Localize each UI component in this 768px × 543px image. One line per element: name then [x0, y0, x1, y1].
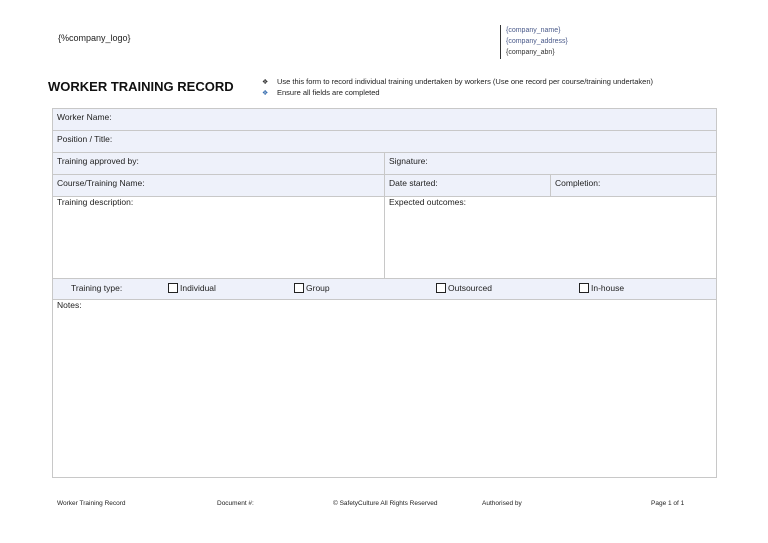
company-info: {company_name} {company_address} {compan…	[500, 25, 568, 59]
course-name-label: Course/Training Name:	[57, 178, 145, 188]
position-field[interactable]: Position / Title:	[52, 130, 717, 153]
worker-name-field[interactable]: Worker Name:	[52, 108, 717, 131]
approved-by-label: Training approved by:	[57, 156, 139, 166]
approved-by-field[interactable]: Training approved by:	[52, 152, 385, 175]
description-field[interactable]: Training description:	[52, 196, 385, 279]
footer-authorised: Authorised by	[482, 500, 522, 507]
training-type-row: Training type: Individual Group Outsourc…	[52, 278, 717, 300]
instruction-2: Ensure all fields are completed	[277, 87, 380, 97]
instruction-1: Use this form to record individual train…	[277, 77, 654, 86]
checkbox-icon[interactable]	[579, 283, 589, 293]
outcomes-field[interactable]: Expected outcomes:	[384, 196, 717, 279]
option-label: In-house	[591, 283, 625, 293]
completion-field[interactable]: Completion:	[550, 174, 717, 197]
position-label: Position / Title:	[57, 134, 113, 144]
company-address: {company_address}	[506, 38, 568, 45]
footer-copyright: © SafetyCulture All Rights Reserved	[333, 500, 438, 507]
date-started-label: Date started:	[389, 178, 438, 188]
page-title: WORKER TRAINING RECORD	[48, 79, 234, 94]
worker-name-label: Worker Name:	[57, 112, 112, 122]
checkbox-icon[interactable]	[436, 283, 446, 293]
description-label: Training description:	[57, 197, 134, 207]
footer-document-number: Document #:	[217, 500, 254, 507]
checkbox-icon[interactable]	[294, 283, 304, 293]
checkbox-icon[interactable]	[168, 283, 178, 293]
training-type-label: Training type:	[71, 283, 123, 293]
option-label: Group	[306, 283, 330, 293]
course-name-field[interactable]: Course/Training Name:	[52, 174, 385, 197]
date-started-field[interactable]: Date started:	[384, 174, 551, 197]
instructions: ❖ Use this form to record individual trai…	[262, 77, 653, 98]
option-group[interactable]: Group	[294, 283, 330, 293]
notes-field[interactable]: Notes:	[52, 299, 717, 478]
outcomes-label: Expected outcomes:	[389, 197, 467, 207]
company-abn: {company_abn}	[506, 49, 555, 56]
option-in-house[interactable]: In-house	[579, 283, 624, 293]
signature-field[interactable]: Signature:	[384, 152, 717, 175]
company-logo-placeholder: {%company_logo}	[58, 33, 131, 43]
bullet-icon: ❖	[262, 79, 269, 86]
option-individual[interactable]: Individual	[168, 283, 216, 293]
footer-page-number: Page 1 of 1	[651, 500, 685, 507]
option-outsourced[interactable]: Outsourced	[436, 283, 492, 293]
completion-label: Completion:	[555, 178, 601, 188]
option-label: Outsourced	[448, 283, 492, 293]
bullet-icon: ❖	[262, 89, 269, 97]
signature-label: Signature:	[389, 156, 428, 166]
company-name: {company_name}	[506, 27, 561, 34]
option-label: Individual	[180, 283, 216, 293]
footer-doc-title: Worker Training Record	[57, 500, 126, 507]
notes-label: Notes:	[57, 300, 82, 310]
